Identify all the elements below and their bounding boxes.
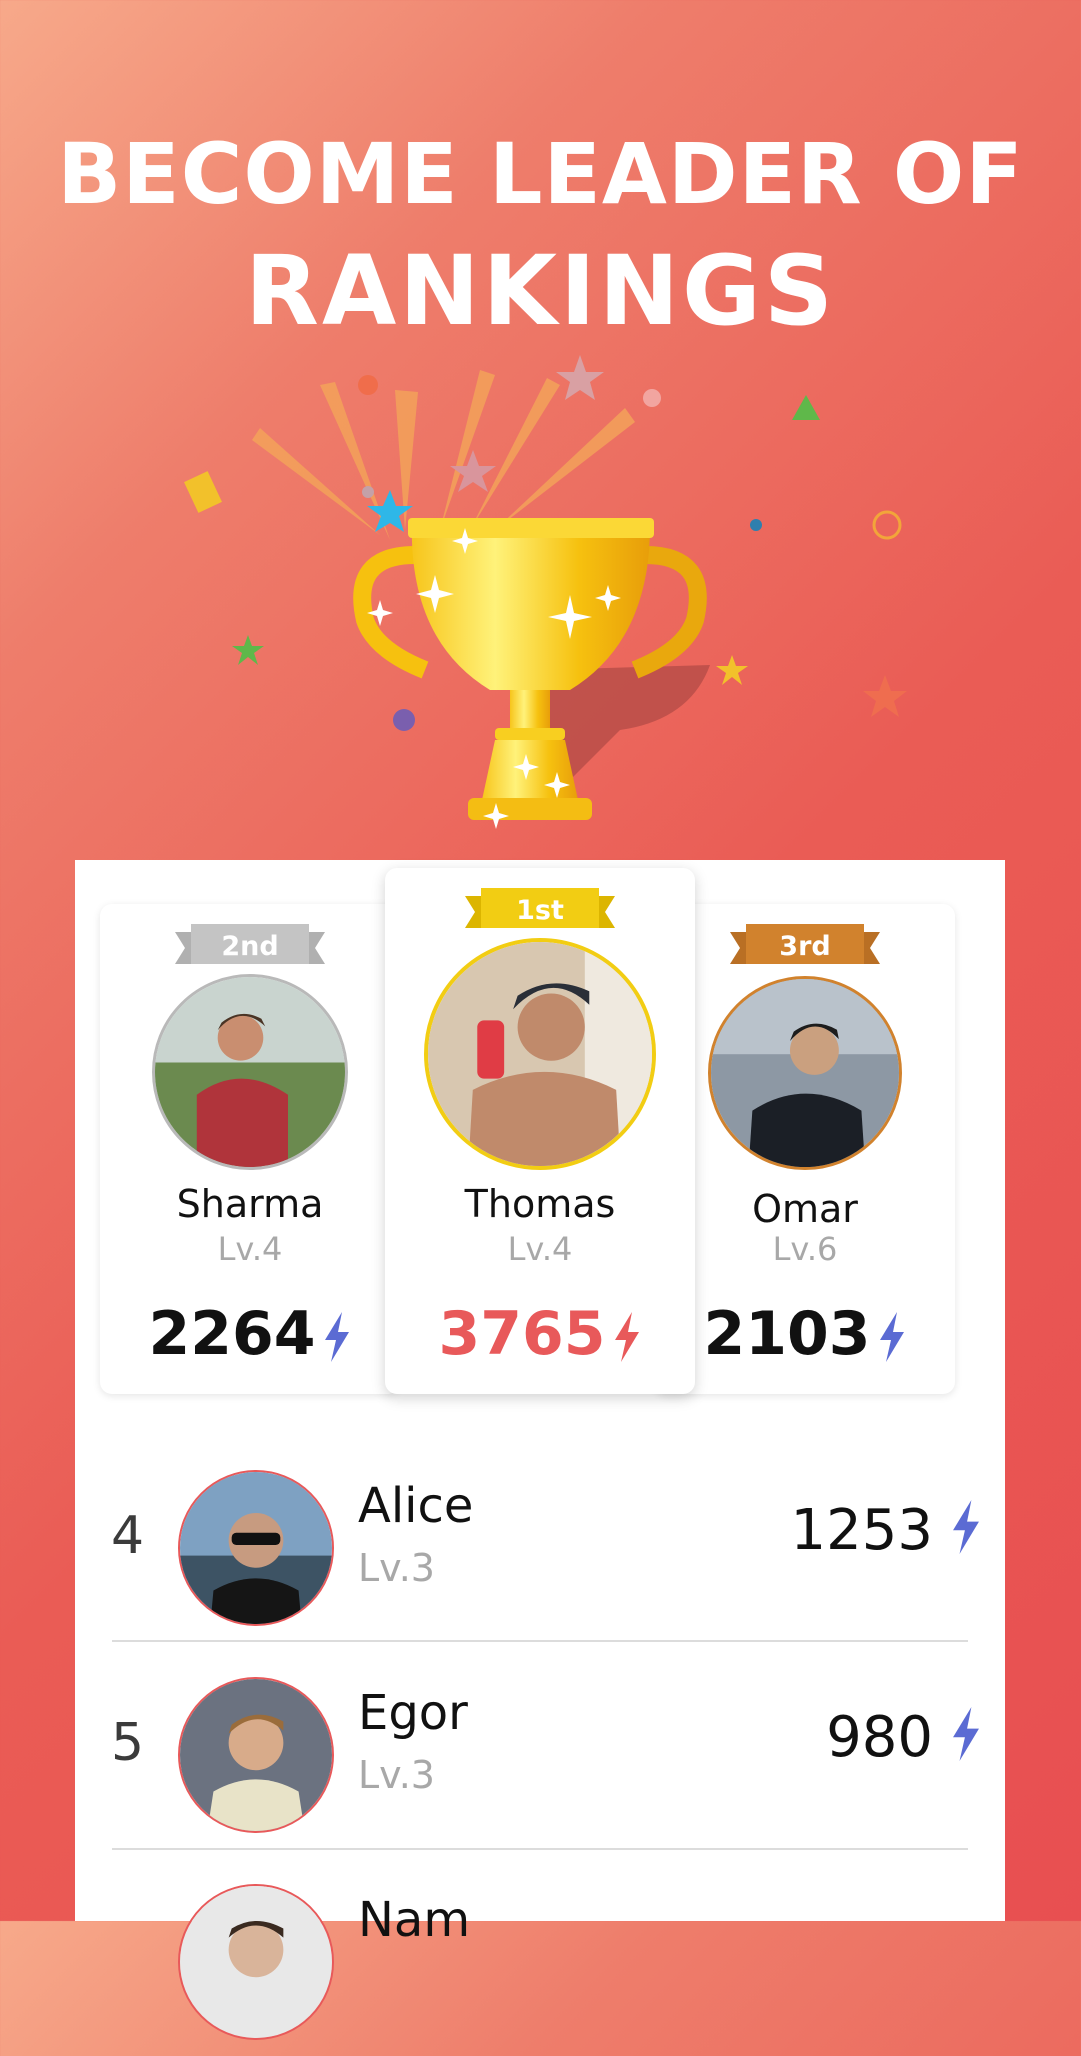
podium-card-first[interactable]: 1st Thomas Lv.4 3765 xyxy=(385,868,695,1394)
player-name: Omar xyxy=(752,1187,858,1231)
lightning-bolt-icon xyxy=(879,1312,904,1363)
lightning-bolt-icon xyxy=(614,1312,639,1363)
rank-ribbon-third: 3rd xyxy=(730,924,880,972)
player-name: Egor xyxy=(358,1685,468,1741)
rank-badge-label: 3rd xyxy=(779,931,831,962)
score-value: 3765 xyxy=(438,1299,606,1369)
trophy-illustration xyxy=(184,355,907,829)
player-level: Lv.4 xyxy=(507,1230,573,1268)
lightning-bolt-icon xyxy=(324,1312,349,1363)
podium-card-second[interactable]: 2nd Sharma Lv.4 2264 xyxy=(100,904,400,1394)
player-score: 3765 xyxy=(385,1299,695,1369)
leaderboard-panel: 2nd Sharma Lv.4 2264 3rd Omar Lv.6 2103 … xyxy=(75,860,1005,2040)
rank-badge-label: 2nd xyxy=(221,931,279,962)
avatar-photo-omar xyxy=(711,979,899,1167)
podium-card-third[interactable]: 3rd Omar Lv.6 2103 xyxy=(655,904,955,1394)
row-divider xyxy=(112,1640,968,1642)
rank-ribbon-second: 2nd xyxy=(175,924,325,972)
hero-title-line2: RANKINGS xyxy=(245,235,836,347)
ranking-row[interactable]: Nam xyxy=(75,1850,1005,2056)
player-score: 1253 xyxy=(790,1498,933,1563)
player-score: 980 xyxy=(826,1705,933,1770)
avatar[interactable] xyxy=(424,938,656,1170)
rank-badge-label: 1st xyxy=(516,895,564,926)
player-name: Sharma xyxy=(176,1182,324,1226)
avatar[interactable] xyxy=(178,1470,334,1626)
avatar-photo-sharma xyxy=(155,977,345,1167)
player-level: Lv.3 xyxy=(358,1753,435,1797)
avatar[interactable] xyxy=(178,1677,334,1833)
rank-ribbon-first: 1st xyxy=(465,888,615,936)
player-level: Lv.3 xyxy=(358,1546,435,1590)
score-value: 2103 xyxy=(703,1299,871,1369)
avatar[interactable] xyxy=(178,1884,334,2040)
player-name: Thomas xyxy=(464,1182,616,1226)
rank-number: 5 xyxy=(111,1713,145,1773)
avatar-photo-nam xyxy=(180,1886,332,2038)
player-level: Lv.6 xyxy=(772,1230,838,1268)
avatar-photo-alice xyxy=(180,1472,332,1624)
lightning-bolt-icon xyxy=(953,1707,979,1761)
score-value: 2264 xyxy=(148,1299,316,1369)
avatar-photo-thomas xyxy=(428,942,652,1166)
player-score: 2103 xyxy=(655,1299,955,1369)
player-score: 2264 xyxy=(100,1299,400,1369)
avatar-photo-egor xyxy=(180,1679,332,1831)
rank-number: 4 xyxy=(111,1506,145,1566)
player-name: Nam xyxy=(358,1892,471,1948)
avatar[interactable] xyxy=(708,976,902,1170)
ranking-row[interactable]: 4 Alice Lv.3 1253 xyxy=(75,1436,1005,1642)
avatar[interactable] xyxy=(152,974,348,1170)
player-name: Alice xyxy=(358,1478,474,1534)
hero-title-line1: BECOME LEADER OF xyxy=(57,125,1024,223)
player-level: Lv.4 xyxy=(217,1230,283,1268)
ranking-row[interactable]: 5 Egor Lv.3 980 xyxy=(75,1643,1005,1849)
lightning-bolt-icon xyxy=(953,1500,979,1554)
